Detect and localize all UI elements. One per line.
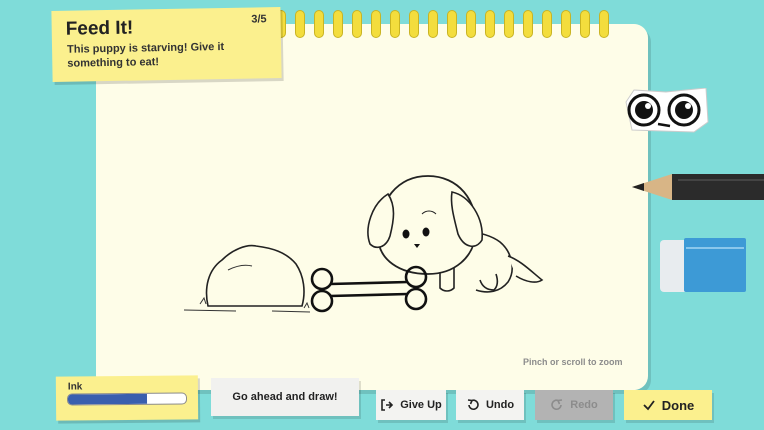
notebook-ring (428, 10, 438, 38)
zoom-hint: Pinch or scroll to zoom (523, 357, 623, 367)
ink-meter-fill (67, 393, 148, 405)
undo-button[interactable]: Undo (456, 390, 524, 420)
notebook-ring (295, 10, 305, 38)
ink-label: Ink (67, 381, 83, 393)
undo-icon (467, 399, 479, 411)
checkmark-icon (643, 400, 655, 411)
notebook-ring (352, 10, 362, 38)
done-button[interactable]: Done (624, 390, 712, 420)
notebook-ring (542, 10, 552, 38)
notebook-ring (371, 10, 381, 38)
redo-icon (551, 399, 563, 411)
ink-meter-note: Ink (55, 375, 199, 421)
give-up-label: Give Up (400, 399, 442, 411)
give-up-button[interactable]: Give Up (376, 390, 446, 420)
task-counter: 3/5 (251, 13, 267, 26)
puppy-drawing (367, 175, 544, 293)
notebook-ring (485, 10, 495, 38)
done-label: Done (661, 397, 695, 413)
googly-eyes-icon (625, 88, 709, 133)
notebook-ring (504, 10, 514, 38)
give-up-icon (381, 399, 394, 411)
notebook-ring (409, 10, 419, 38)
notebook-ring (314, 10, 324, 38)
task-title: Feed It! (65, 17, 134, 40)
notebook-ring (599, 10, 609, 38)
redo-button[interactable]: Redo (535, 390, 613, 420)
notebook-ring (523, 10, 533, 38)
redo-label: Redo (570, 399, 598, 411)
task-note: Feed It! 3/5 This puppy is starving! Giv… (51, 7, 282, 82)
ink-meter (66, 392, 188, 406)
undo-label: Undo (485, 399, 515, 411)
notebook-ring (561, 10, 571, 38)
notebook-ring (466, 10, 476, 38)
notebook-ring (447, 10, 457, 38)
notebook-ring (390, 10, 400, 38)
pencil-icon[interactable] (632, 170, 764, 204)
drawn-bone (310, 265, 428, 313)
prompt-note: Go ahead and draw! (211, 378, 359, 416)
rock-drawing (199, 244, 310, 309)
notebook-rings (276, 10, 616, 38)
notebook-ring (333, 10, 343, 38)
task-description: This puppy is starving! Give it somethin… (66, 40, 225, 70)
notebook-ring (580, 10, 590, 38)
eraser-icon[interactable] (660, 236, 746, 294)
